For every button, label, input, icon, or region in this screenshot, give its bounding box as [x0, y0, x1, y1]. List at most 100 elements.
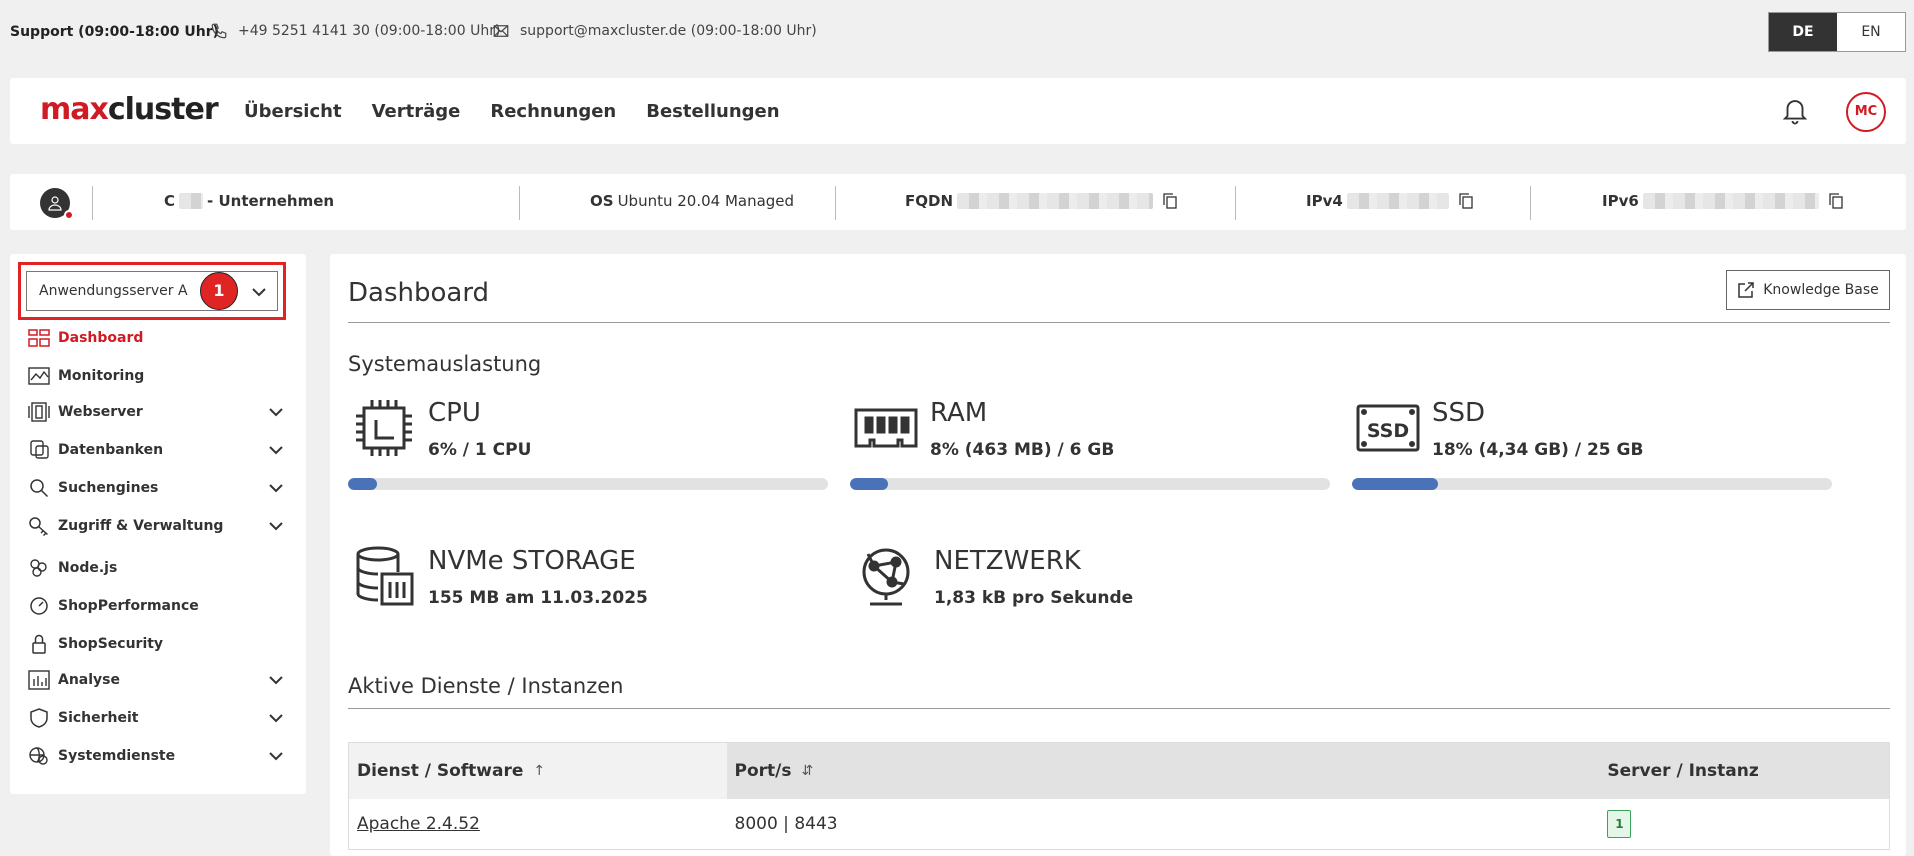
- sidebar-item-nodejs[interactable]: Node.js: [28, 556, 298, 580]
- metric-cpu: CPU 6% / 1 CPU: [348, 396, 828, 506]
- column-header-service[interactable]: Dienst / Software ↑: [349, 743, 727, 799]
- sidebar-item-systemdienste[interactable]: Systemdienste: [28, 744, 298, 768]
- chevron-down-icon: [252, 288, 266, 297]
- chevron-down-icon[interactable]: [268, 443, 284, 457]
- support-email-text: support@maxcluster.de (09:00-18:00 Uhr): [520, 23, 817, 39]
- chevron-down-icon[interactable]: [268, 673, 284, 687]
- sidebar-item-datenbanken[interactable]: Datenbanken: [28, 438, 298, 462]
- nvme-storage-icon: [356, 546, 414, 606]
- server-select-value: Anwendungsserver A: [39, 283, 188, 299]
- column-header-ports[interactable]: Port/s ⇵: [726, 743, 1600, 799]
- lang-en-button[interactable]: EN: [1837, 13, 1905, 51]
- account-avatar[interactable]: [40, 188, 74, 220]
- support-title: Support (09:00-18:00 Uhr): [10, 24, 220, 40]
- page-title: Dashboard: [348, 278, 490, 308]
- metric-ssd-value: 18% (4,34 GB) / 25 GB: [1432, 440, 1644, 460]
- chevron-down-icon[interactable]: [268, 519, 284, 533]
- metric-cpu-name: CPU: [428, 398, 481, 428]
- instance-badge[interactable]: 1: [1607, 809, 1632, 838]
- support-email[interactable]: support@maxcluster.de (09:00-18:00 Uhr): [492, 22, 817, 40]
- knowledge-base-label: Knowledge Base: [1763, 282, 1879, 298]
- sidebar-item-label: Monitoring: [58, 368, 145, 384]
- chevron-down-icon[interactable]: [268, 405, 284, 419]
- ssd-progress-fill: [1352, 478, 1439, 490]
- chevron-down-icon[interactable]: [268, 711, 284, 725]
- sidebar-item-dashboard[interactable]: Dashboard: [28, 326, 298, 350]
- nav-link-vertraege[interactable]: Verträge: [372, 101, 461, 122]
- ipv6-info: IPv6: [1602, 192, 1843, 210]
- language-switcher: DE EN: [1768, 12, 1906, 52]
- server-select-highlight: Anwendungsserver A: [18, 262, 286, 320]
- support-bar: Support (09:00-18:00 Uhr) +49 5251 4141 …: [0, 0, 1914, 64]
- copy-icon[interactable]: [1829, 193, 1843, 209]
- table-row: Apache 2.4.52 8000 | 8443 1: [348, 798, 1890, 850]
- metric-nvme: NVMe STORAGE 155 MB am 11.03.2025: [348, 544, 828, 654]
- table-header: Dienst / Software ↑ Port/s ⇵ Server / In…: [348, 742, 1890, 799]
- main-navbar: maxcluster Übersicht Verträge Rechnungen…: [10, 78, 1906, 144]
- metric-ram-name: RAM: [930, 398, 988, 428]
- sidebar-item-monitoring[interactable]: Monitoring: [28, 364, 298, 388]
- mail-icon: [493, 25, 509, 37]
- ipv4-info: IPv4: [1306, 192, 1473, 210]
- copy-icon[interactable]: [1163, 193, 1177, 209]
- external-link-icon: [1738, 282, 1754, 298]
- analysis-chart-icon: [28, 670, 50, 690]
- status-dot: [64, 210, 74, 220]
- divider: [1530, 186, 1531, 220]
- nav-link-rechnungen[interactable]: Rechnungen: [490, 101, 616, 122]
- chevron-down-icon[interactable]: [268, 749, 284, 763]
- sort-icon: ⇵: [801, 763, 814, 779]
- os-info: OS Ubuntu 20.04 Managed: [590, 192, 794, 210]
- search-icon: [30, 479, 49, 498]
- ram-progress-bar: [850, 478, 1330, 490]
- sidebar-item-analyse[interactable]: Analyse: [28, 668, 298, 692]
- sidebar-item-zugriff-verwaltung[interactable]: Zugriff & Verwaltung: [28, 514, 298, 538]
- column-header-instance: Server / Instanz: [1599, 743, 1889, 799]
- maxcluster-logo[interactable]: maxcluster: [40, 92, 219, 127]
- metric-nvme-name: NVMe STORAGE: [428, 546, 636, 576]
- divider: [835, 186, 836, 220]
- knowledge-base-button[interactable]: Knowledge Base: [1726, 270, 1890, 310]
- cpu-progress-bar: [348, 478, 828, 490]
- sidebar-item-shopsecurity[interactable]: ShopSecurity: [28, 632, 298, 656]
- divider: [519, 186, 520, 220]
- section-title-systemauslastung: Systemauslastung: [348, 352, 542, 376]
- column-header-label: Dienst / Software: [357, 761, 524, 781]
- fqdn-info: FQDN: [905, 192, 1177, 210]
- shield-icon: [30, 708, 48, 728]
- nav-link-uebersicht[interactable]: Übersicht: [244, 101, 342, 122]
- nav-link-bestellungen[interactable]: Bestellungen: [646, 101, 779, 122]
- monitoring-chart-icon: [28, 367, 50, 385]
- chevron-down-icon[interactable]: [268, 481, 284, 495]
- sidebar-item-webserver[interactable]: Webserver: [28, 400, 298, 424]
- cpu-icon: [356, 400, 412, 456]
- divider: [348, 322, 1890, 323]
- user-avatar[interactable]: MC: [1846, 92, 1886, 132]
- sidebar-item-sicherheit[interactable]: Sicherheit: [28, 706, 298, 730]
- sidebar-item-label: Datenbanken: [58, 442, 164, 458]
- lang-de-button[interactable]: DE: [1769, 13, 1837, 51]
- sidebar-item-label: Suchengines: [58, 480, 159, 496]
- os-label: OS: [590, 192, 614, 210]
- metric-network-value: 1,83 kB pro Sekunde: [934, 588, 1134, 608]
- services-table: Dienst / Software ↑ Port/s ⇵ Server / In…: [348, 742, 1890, 850]
- logo-max: max: [40, 92, 109, 127]
- service-link[interactable]: Apache 2.4.52: [357, 814, 480, 834]
- database-icon: [30, 440, 49, 459]
- sidebar: Anwendungsserver A 1 Dashboard Monitorin…: [10, 254, 306, 794]
- support-phone[interactable]: +49 5251 4141 30 (09:00-18:00 Uhr): [210, 22, 500, 40]
- sidebar-item-suchengines[interactable]: Suchengines: [28, 476, 298, 500]
- redacted-company: [179, 193, 204, 209]
- copy-icon[interactable]: [1459, 193, 1473, 209]
- table-cell-ports: 8000 | 8443: [734, 813, 838, 834]
- redacted-ipv6: [1642, 193, 1819, 209]
- section-title-aktive-dienste: Aktive Dienste / Instanzen: [348, 674, 624, 698]
- sidebar-item-label: ShopSecurity: [58, 636, 164, 652]
- bell-icon[interactable]: [1780, 96, 1810, 126]
- sidebar-item-shopperformance[interactable]: ShopPerformance: [28, 594, 298, 618]
- sidebar-item-label: Sicherheit: [58, 710, 139, 726]
- phone-icon: [211, 23, 227, 39]
- metric-ram: RAM 8% (463 MB) / 6 GB: [850, 396, 1330, 506]
- column-header-label: Port/s: [734, 761, 792, 781]
- server-select[interactable]: Anwendungsserver A: [26, 271, 278, 311]
